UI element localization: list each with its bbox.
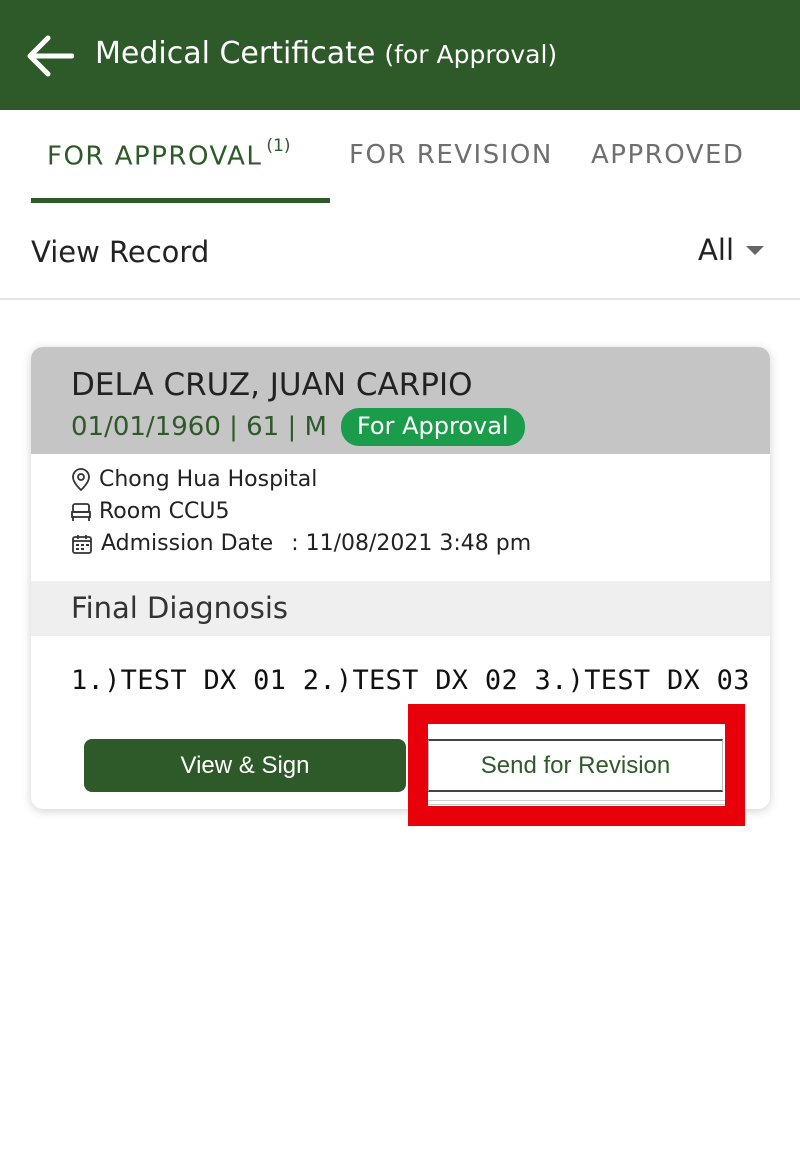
admission-row: Admission Date : 11/08/2021 3:48 pm bbox=[71, 531, 531, 556]
hospital-row: Chong Hua Hospital bbox=[71, 467, 317, 492]
diagnosis-header: Final Diagnosis bbox=[31, 581, 770, 636]
room-row: Room CCU5 bbox=[71, 499, 229, 524]
tab-count-badge: (1) bbox=[266, 136, 291, 156]
location-pin-icon bbox=[72, 467, 90, 491]
diagnosis-title: Final Diagnosis bbox=[71, 591, 289, 625]
arrow-left-icon[interactable] bbox=[26, 34, 74, 78]
tab-bar: FOR APPROVAL (1) FOR REVISION APPROVED bbox=[0, 110, 800, 207]
page-title: Medical Certificate (for Approval) bbox=[95, 36, 557, 71]
page-title-sub: (for Approval) bbox=[384, 40, 558, 69]
patient-demographics: 01/01/1960 | 61 | M bbox=[71, 412, 327, 442]
active-tab-indicator bbox=[31, 198, 330, 203]
record-filter-value: All bbox=[698, 233, 734, 267]
patient-name: DELA CRUZ, JUAN CARPIO bbox=[71, 367, 473, 403]
diagnosis-text: 1.)TEST DX 01 2.)TEST DX 02 3.)TEST DX 0… bbox=[71, 665, 750, 696]
tab-for-revision[interactable]: FOR REVISION bbox=[349, 140, 553, 170]
record-card: DELA CRUZ, JUAN CARPIO 01/01/1960 | 61 |… bbox=[31, 347, 770, 809]
tab-for-approval[interactable]: FOR APPROVAL (1) bbox=[47, 136, 290, 172]
admission-date: : 11/08/2021 3:48 pm bbox=[291, 531, 532, 556]
caret-down-icon bbox=[746, 245, 764, 255]
admission-label: Admission Date bbox=[101, 531, 274, 556]
hospital-name: Chong Hua Hospital bbox=[99, 467, 318, 492]
tab-approved-label: APPROVED bbox=[591, 140, 745, 170]
tab-for-approval-label: FOR APPROVAL bbox=[47, 141, 263, 172]
view-record-label: View Record bbox=[31, 235, 210, 269]
view-and-sign-button[interactable]: View & Sign bbox=[84, 739, 406, 792]
filter-row: View Record All bbox=[0, 205, 800, 300]
record-filter-dropdown[interactable]: All bbox=[698, 233, 764, 267]
patient-meta: 01/01/1960 | 61 | M For Approval bbox=[71, 408, 525, 446]
room-number: Room CCU5 bbox=[99, 499, 230, 524]
status-badge: For Approval bbox=[340, 408, 525, 446]
page-title-main: Medical Certificate bbox=[95, 36, 376, 71]
send-for-revision-button[interactable]: Send for Revision bbox=[428, 739, 723, 792]
app-bar: Medical Certificate (for Approval) bbox=[0, 0, 800, 110]
calendar-icon bbox=[72, 534, 92, 554]
bed-icon bbox=[71, 502, 91, 521]
card-header: DELA CRUZ, JUAN CARPIO 01/01/1960 | 61 |… bbox=[31, 347, 770, 454]
tab-for-revision-label: FOR REVISION bbox=[349, 140, 553, 170]
tab-approved[interactable]: APPROVED bbox=[591, 140, 744, 170]
